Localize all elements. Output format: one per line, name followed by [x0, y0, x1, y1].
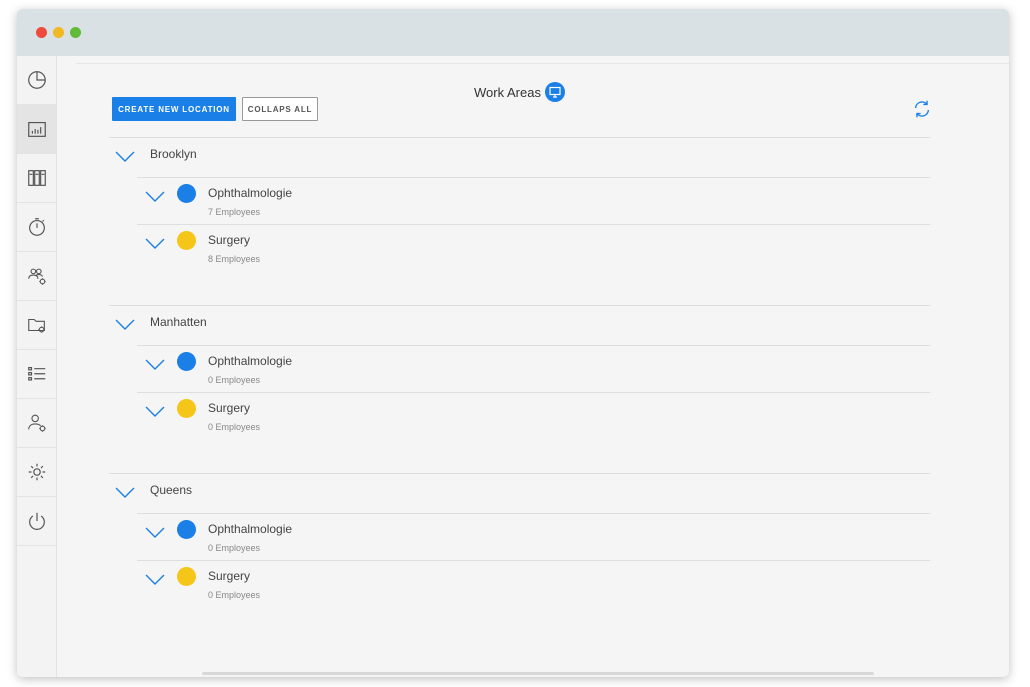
title-bar — [17, 9, 1009, 56]
chevron-down-icon[interactable] — [145, 405, 165, 419]
chevron-down-icon[interactable] — [145, 358, 165, 372]
employee-count: 0 Employees — [208, 375, 261, 385]
area-color-dot — [177, 231, 196, 250]
chevron-down-icon[interactable] — [145, 573, 165, 587]
chevron-down-icon[interactable] — [115, 150, 135, 164]
sidebar-item-dashboard[interactable] — [17, 56, 56, 105]
location-name: Queens — [150, 483, 193, 497]
sidebar-item-files[interactable] — [17, 301, 56, 350]
employee-count: 0 Employees — [208, 543, 261, 553]
location-name: Manhatten — [150, 315, 207, 329]
sidebar-item-teams[interactable] — [17, 252, 56, 301]
work-area-row[interactable]: Ophthalmologie 7 Employees — [137, 177, 930, 224]
pie-chart-icon — [27, 71, 46, 89]
work-area-row[interactable]: Surgery 8 Employees — [137, 224, 930, 271]
collapse-all-button[interactable]: COLLAPS ALL — [242, 97, 318, 121]
sidebar-item-settings[interactable] — [17, 448, 56, 497]
divider — [76, 63, 1009, 64]
area-color-dot — [177, 184, 196, 203]
horizontal-scrollbar[interactable] — [202, 672, 874, 675]
employee-count: 8 Employees — [208, 254, 261, 264]
bar-chart-icon — [27, 121, 46, 137]
sidebar — [17, 56, 57, 677]
location-list: Brooklyn Ophthalmologie 7 Employees Surg… — [109, 137, 930, 641]
location-header[interactable]: Queens — [109, 474, 930, 514]
area-color-dot — [177, 352, 196, 371]
employee-count: 7 Employees — [208, 207, 261, 217]
list-icon — [27, 366, 45, 381]
chevron-down-icon[interactable] — [115, 486, 135, 500]
area-name: Surgery — [208, 401, 251, 415]
maximize-window-button[interactable] — [70, 27, 81, 38]
employee-count: 0 Employees — [208, 422, 261, 432]
area-name: Ophthalmologie — [208, 522, 293, 536]
area-color-dot — [177, 520, 196, 539]
work-area-row[interactable]: Ophthalmologie 0 Employees — [137, 345, 930, 392]
work-area-row[interactable]: Ophthalmologie 0 Employees — [137, 513, 930, 560]
work-area-row[interactable]: Surgery 0 Employees — [137, 560, 930, 607]
sidebar-item-users[interactable] — [17, 399, 56, 448]
location-header[interactable]: Brooklyn — [109, 138, 930, 178]
user-settings-icon — [27, 414, 46, 432]
chevron-down-icon[interactable] — [145, 237, 165, 251]
location-group: Brooklyn Ophthalmologie 7 Employees Surg… — [109, 137, 930, 305]
create-location-button[interactable]: CREATE NEW LOCATION — [112, 97, 236, 121]
sidebar-item-reports[interactable] — [17, 105, 56, 154]
sidebar-item-lists[interactable] — [17, 350, 56, 399]
close-window-button[interactable] — [36, 27, 47, 38]
folder-settings-icon — [27, 318, 45, 333]
refresh-icon[interactable] — [911, 98, 933, 120]
area-color-dot — [177, 567, 196, 586]
gear-icon — [28, 463, 45, 481]
team-settings-icon — [27, 268, 46, 285]
location-group: Queens Ophthalmologie 0 Employees Surger… — [109, 473, 930, 641]
area-name: Surgery — [208, 233, 251, 247]
work-area-row[interactable]: Surgery 0 Employees — [137, 392, 930, 439]
sidebar-item-time[interactable] — [17, 203, 56, 252]
sidebar-item-logout[interactable] — [17, 497, 56, 546]
area-name: Ophthalmologie — [208, 354, 293, 368]
power-icon — [28, 512, 45, 530]
page-title: Work Areas — [474, 82, 565, 102]
minimize-window-button[interactable] — [53, 27, 64, 38]
area-name: Surgery — [208, 569, 251, 583]
location-group: Manhatten Ophthalmologie 0 Employees Sur… — [109, 305, 930, 473]
area-color-dot — [177, 399, 196, 418]
stopwatch-icon — [28, 218, 45, 236]
employee-count: 0 Employees — [208, 590, 261, 600]
app-window: Work Areas CREATE NEW LOCATION COLLAPS A… — [17, 9, 1009, 677]
monitor-icon[interactable] — [544, 82, 565, 102]
area-name: Ophthalmologie — [208, 186, 293, 200]
location-name: Brooklyn — [150, 147, 197, 161]
location-header[interactable]: Manhatten — [109, 306, 930, 346]
chevron-down-icon[interactable] — [145, 526, 165, 540]
binders-icon — [27, 170, 46, 186]
chevron-down-icon[interactable] — [115, 318, 135, 332]
sidebar-item-records[interactable] — [17, 154, 56, 203]
chevron-down-icon[interactable] — [145, 190, 165, 204]
main-content: Work Areas CREATE NEW LOCATION COLLAPS A… — [58, 56, 1009, 677]
page-title-text: Work Areas — [474, 84, 541, 100]
